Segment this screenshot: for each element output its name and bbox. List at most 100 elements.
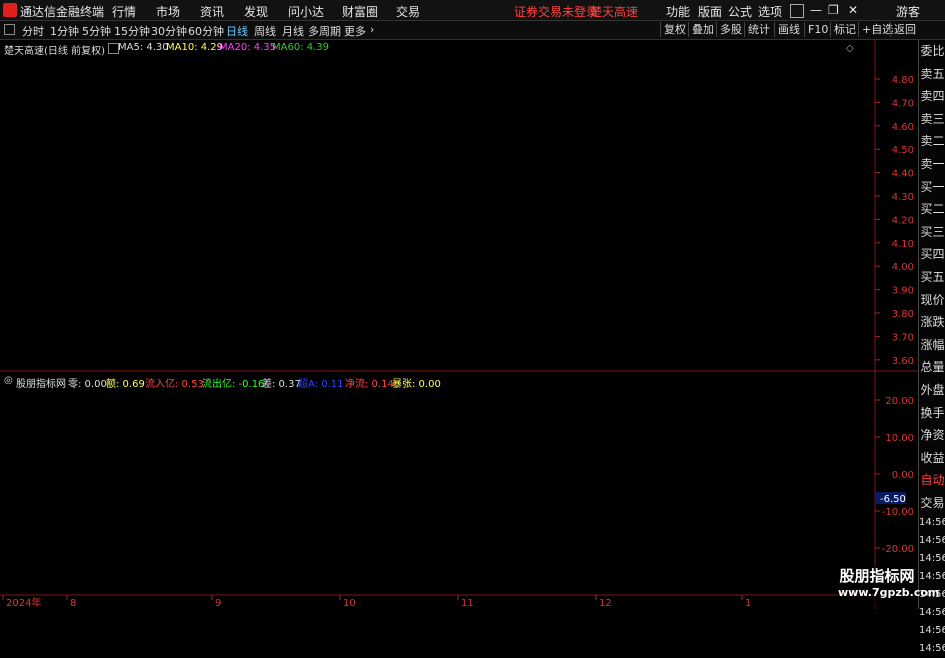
x-tick-label: 8: [70, 598, 76, 609]
price-tick-label: 4.40: [892, 169, 914, 180]
price-tick-label: 4.10: [892, 239, 914, 250]
btn-stats[interactable]: 统计: [744, 22, 773, 37]
btn-mark[interactable]: 标记: [830, 22, 859, 37]
tick-time: 14:56: [919, 643, 945, 655]
period-tab[interactable]: 1分钟: [50, 23, 79, 39]
ind-tick-label: 0.00: [892, 470, 914, 481]
tick-time: 14:56: [919, 553, 945, 565]
btn-back[interactable]: 返回: [890, 22, 919, 37]
period-tab[interactable]: 多周期: [308, 23, 341, 39]
side-label: 卖五: [920, 66, 945, 81]
price-tick-label: 4.00: [892, 262, 914, 273]
period-tab-more[interactable]: 更多: [344, 23, 366, 39]
ma10-label: MA10: 4.29: [166, 42, 224, 53]
current-value-label: -6.50: [880, 494, 906, 505]
x-tick-label: 2024年: [6, 596, 41, 609]
side-label: 卖一: [920, 156, 945, 171]
minimize-icon[interactable]: —: [810, 3, 822, 17]
tick-time: 14:56: [919, 535, 945, 547]
side-label: 买五: [920, 269, 945, 284]
side-label: 换手: [920, 405, 945, 420]
tick-time: 14:56: [919, 517, 945, 529]
trade-label[interactable]: 交易: [919, 492, 945, 515]
menu-discover[interactable]: 发现: [244, 3, 268, 20]
x-tick-label: 9: [215, 598, 221, 609]
period-tab[interactable]: 30分钟: [151, 23, 187, 39]
side-label: 净资: [920, 428, 945, 443]
side-label: 总量: [920, 360, 945, 375]
settings-icon[interactable]: ◇: [846, 43, 854, 54]
side-label: 买一: [920, 179, 945, 194]
menu-layout[interactable]: 版面: [698, 3, 722, 20]
ind-value: 额: 0.69: [106, 379, 145, 390]
menu-function[interactable]: 功能: [666, 3, 690, 20]
period-tab[interactable]: 月线: [282, 23, 304, 39]
menu-wealth[interactable]: 财富圈: [342, 3, 378, 20]
auto-trade-label[interactable]: 自动: [919, 469, 945, 492]
ind-tick-label: -10.00: [882, 507, 914, 518]
btn-multi[interactable]: 多股: [716, 22, 745, 37]
top-menu-bar: 通达信金融终端 行情 市场 资讯 发现 问小达 财富圈 交易 证券交易未登录 楚…: [0, 0, 945, 21]
x-tick-label: 10: [343, 598, 356, 609]
panel-toggle-icon[interactable]: [4, 24, 15, 35]
period-tab[interactable]: 周线: [254, 23, 276, 39]
x-tick-label: 11: [461, 598, 474, 609]
btn-f10[interactable]: F10: [804, 22, 831, 37]
menu-news[interactable]: 资讯: [200, 3, 224, 20]
chart-background: [0, 40, 918, 609]
x-tick-label: 12: [599, 598, 612, 609]
kline-chart-area[interactable]: 4.883.61财 暴张暴张暴张追击追击 ★MACD日线★★MACD周线★★MA…: [0, 40, 918, 609]
side-label: 现价: [920, 292, 945, 307]
chevron-right-icon[interactable]: ›: [370, 23, 374, 36]
user-label[interactable]: 游客: [896, 3, 920, 20]
ind-tick-label: 10.00: [885, 433, 914, 444]
price-tick-label: 4.60: [892, 122, 914, 133]
ma60-label: MA60: 4.39: [272, 42, 330, 53]
price-tick-label: 4.50: [892, 145, 914, 156]
period-toolbar: 分时 1分钟 5分钟 15分钟 30分钟 60分钟 日线 周线 月线 多周期 更…: [0, 21, 945, 40]
tick-time: 14:56: [919, 625, 945, 637]
trade-status-notice[interactable]: 证券交易未登录: [514, 3, 598, 20]
ma20-label: MA20: 4.35: [219, 42, 277, 53]
side-label: 委比: [920, 44, 945, 58]
period-tab-selected[interactable]: 日线: [226, 23, 248, 39]
price-tick-label: 4.70: [892, 98, 914, 109]
side-label: 涨跌: [920, 315, 945, 330]
watermark-line1: 股朋指标网: [839, 567, 915, 585]
btn-draw[interactable]: 画线: [774, 22, 803, 37]
period-tab[interactable]: 5分钟: [82, 23, 111, 39]
side-label: 卖四: [920, 89, 945, 104]
ind-tick-label: 20.00: [885, 396, 914, 407]
menu-ask[interactable]: 问小达: [288, 3, 324, 20]
menu-quotes[interactable]: 行情: [112, 3, 136, 20]
ind-value: 差: 0.37: [262, 379, 301, 390]
btn-adjust[interactable]: 复权: [660, 22, 689, 37]
menu-formula[interactable]: 公式: [728, 3, 752, 20]
menu-market[interactable]: 市场: [156, 3, 180, 20]
period-tab[interactable]: 分时: [22, 23, 44, 39]
screen-icon[interactable]: [790, 4, 804, 18]
ind-value: 流出亿: -0.16: [202, 379, 265, 390]
ind-value: 暴张: 0.00: [392, 379, 441, 390]
close-icon[interactable]: ✕: [848, 3, 858, 17]
restore-icon[interactable]: ❐: [828, 3, 839, 17]
side-label: 外盘: [920, 382, 945, 397]
period-tab[interactable]: 60分钟: [188, 23, 224, 39]
app-logo-icon: [3, 3, 17, 17]
side-label: 买二: [920, 202, 945, 217]
side-label: 卖二: [920, 134, 945, 149]
side-label: 买四: [920, 247, 945, 262]
ind-value: 流入亿: 0.53: [145, 379, 204, 390]
watermark-line2: www.7gpzb.com: [838, 586, 940, 599]
btn-overlay[interactable]: 叠加: [688, 22, 717, 37]
price-tick-label: 4.30: [892, 192, 914, 203]
indicator-name[interactable]: 股朋指标网: [16, 375, 66, 390]
indicator-toggle-icon[interactable]: ◎: [4, 375, 13, 386]
quote-side-panel: 委比 卖五 卖四 卖三 卖二 卖一 买一 买二 买三 买四 买五 现价 涨跌 涨…: [918, 40, 945, 654]
menu-trade[interactable]: 交易: [396, 3, 420, 20]
menu-options[interactable]: 选项: [758, 3, 782, 20]
side-label: 涨幅: [920, 337, 945, 352]
price-tick-label: 4.20: [892, 215, 914, 226]
ind-value: 超A: 0.11: [298, 379, 344, 390]
period-tab[interactable]: 15分钟: [114, 23, 150, 39]
